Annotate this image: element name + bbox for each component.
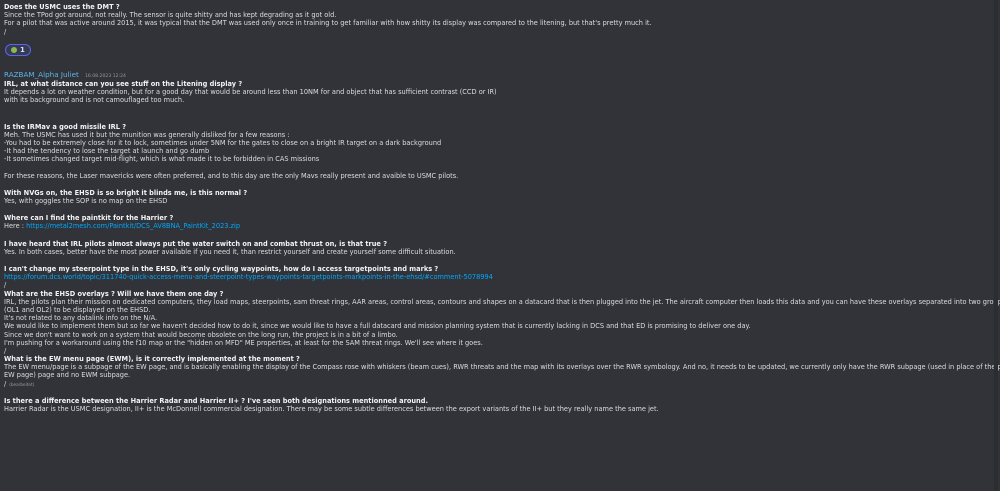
question-text: With NVGs on, the EHSD is so bright it b… <box>4 188 248 197</box>
answer-line: (OL1 and OL2) to be displayed on the EHS… <box>4 305 151 314</box>
answer-line: Since the TPod got around, not really. T… <box>4 11 337 20</box>
question-text: Is there a difference between the Harrie… <box>4 396 428 405</box>
chat-window: Does the USMC uses the DMT ? Since the T… <box>0 0 1000 491</box>
answer-line: For these reasons, the Laser mavericks w… <box>4 171 459 180</box>
question-text: What is the EW menu page (EWM), is it co… <box>4 355 300 364</box>
answer-line: / <box>4 346 7 355</box>
reaction-button[interactable]: 1 <box>5 44 31 56</box>
answer-line: IRL, the pilots plan their mission on de… <box>4 297 1000 306</box>
answer-line: For a pilot that was active around 2015,… <box>4 19 652 28</box>
author-name[interactable]: RAZBAM_Alpha Juliet <box>4 70 79 79</box>
answer-line: Meh. The USMC has used it but the muniti… <box>4 130 290 139</box>
reaction-count: 1 <box>20 45 25 54</box>
question-text: IRL, at what distance can you see stuff … <box>4 80 243 88</box>
answer-line: with its background and is not camouflag… <box>4 96 185 105</box>
answer-line: We would like to implement them but so f… <box>4 322 751 331</box>
answer-prefix: Here : <box>4 222 27 231</box>
answer-line: Here : https://metal2mesh.com/Paintkit/D… <box>4 222 998 230</box>
message-previous: Does the USMC uses the DMT ? Since the T… <box>4 3 998 36</box>
answer-line: It's not related to any datalink info on… <box>4 314 158 323</box>
answer-line: The EW menu/page is a subpage of the EW … <box>4 363 1000 372</box>
message-body: IRL, at what distance can you see stuff … <box>4 80 1000 413</box>
answer-line: Harrier Radar is the USMC designation, I… <box>4 405 659 413</box>
answer-line: / <box>4 27 7 36</box>
separator-slash: / <box>4 281 7 290</box>
answer-line: Since we don't want to work on a system … <box>4 330 398 339</box>
answer-line: I'm pushing for a workaround using the f… <box>4 338 483 347</box>
answer-line: / (bearbeitet) <box>4 380 998 388</box>
question-text: Where can I find the paintkit for the Ha… <box>4 214 174 223</box>
answer-line: -It had the tendency to lose the target … <box>4 147 210 156</box>
answer-line: Yes. In both cases, better have the most… <box>4 247 456 256</box>
message-timestamp: 16.08.2023 12:24 <box>84 74 126 79</box>
question-text: Is the IRMav a good missile IRL ? <box>4 122 127 131</box>
question-text: I can't change my steerpoint type in the… <box>4 265 439 273</box>
answer-line: Yes, with goggles the SOP is no map on t… <box>4 197 168 206</box>
answer-line <box>4 164 998 172</box>
paintkit-link[interactable]: https://metal2mesh.com/Paintkit/DCS_AV8B… <box>26 222 240 230</box>
question-text: What are the EHSD overlays ? Will we hav… <box>4 289 224 298</box>
question-text: I have heard that IRL pilots almost alwa… <box>4 239 388 248</box>
answer-line: -You had to be extremely close for it to… <box>4 138 442 147</box>
scrollbar[interactable] <box>994 0 998 491</box>
question-text: Does the USMC uses the DMT ? <box>4 3 120 11</box>
forum-link[interactable]: https://forum.dcs.world/topic/311740-qui… <box>4 273 998 281</box>
edited-label: (bearbeitet) <box>9 381 35 387</box>
answer-line: EW page) page and no EWM subpage. <box>4 371 131 380</box>
separator-slash: / <box>4 379 7 388</box>
thumbs-up-icon <box>11 47 17 53</box>
answer-line: -It sometimes changed target mid-flight,… <box>4 155 320 164</box>
answer-line: It depends a lot on weather condition, b… <box>4 88 497 97</box>
